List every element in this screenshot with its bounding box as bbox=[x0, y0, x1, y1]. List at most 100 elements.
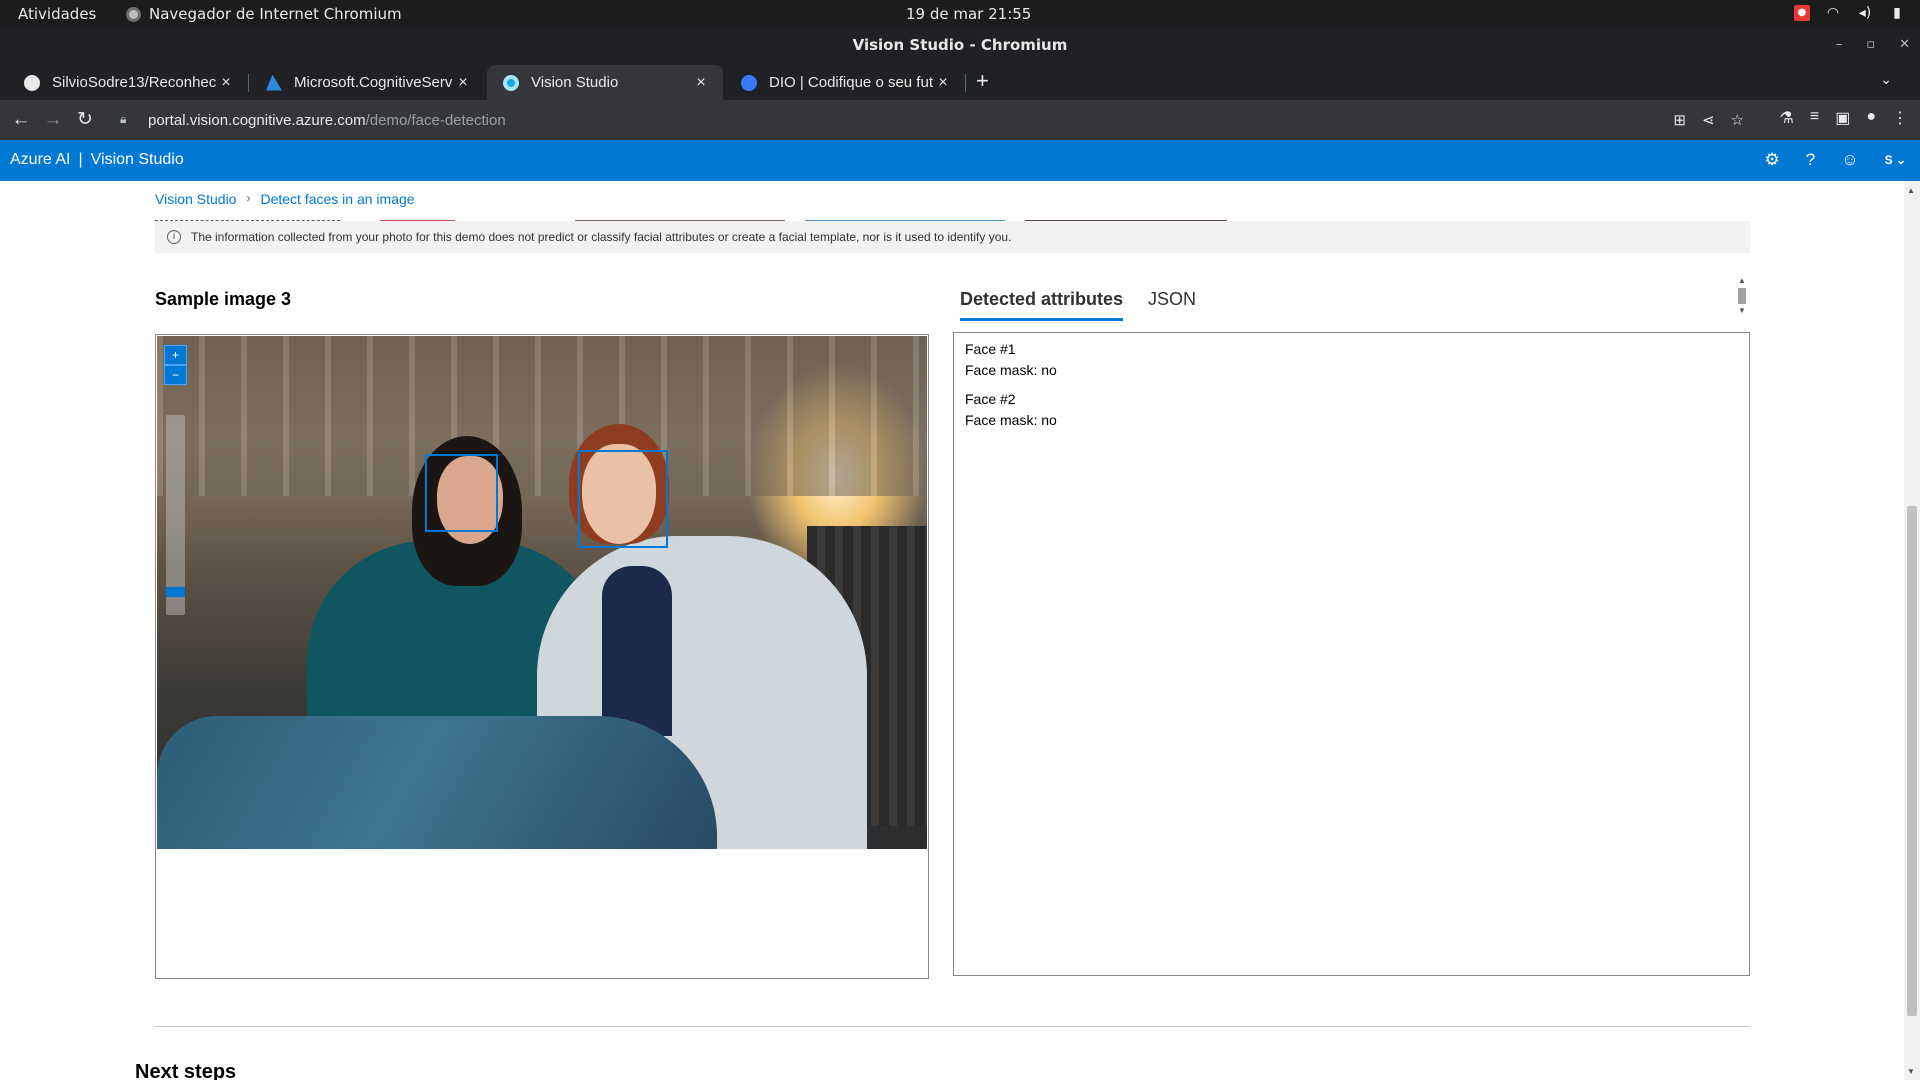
help-icon[interactable]: ? bbox=[1806, 150, 1815, 170]
face-bounding-box-2[interactable] bbox=[578, 450, 668, 548]
kebab-menu-icon[interactable]: ⋮ bbox=[1892, 108, 1908, 128]
settings-gear-icon[interactable]: ⚙ bbox=[1765, 150, 1780, 170]
app-menu-label: Navegador de Internet Chromium bbox=[149, 5, 402, 23]
brand-azure-ai: Azure AI bbox=[10, 151, 71, 168]
breadcrumb-current[interactable]: Detect faces in an image bbox=[260, 191, 414, 207]
tabs-scrollbar[interactable]: ▲ ▼ bbox=[1736, 277, 1748, 317]
info-icon: i bbox=[167, 230, 181, 244]
info-banner-text: The information collected from your phot… bbox=[191, 230, 1012, 244]
face-label: Face #2 bbox=[965, 391, 1016, 407]
face-entry: Face #2 Face mask: no bbox=[965, 389, 1738, 431]
close-tab-icon[interactable]: × bbox=[691, 74, 711, 92]
translate-icon[interactable]: ⊞ bbox=[1673, 111, 1686, 129]
labs-icon[interactable]: ⚗ bbox=[1780, 108, 1794, 128]
bookmark-star-icon[interactable]: ☆ bbox=[1731, 111, 1744, 129]
close-tab-icon[interactable]: × bbox=[453, 74, 473, 92]
face-bounding-box-1[interactable] bbox=[425, 454, 498, 532]
avatar-initial: S bbox=[1884, 153, 1893, 167]
maximize-icon[interactable]: ▫ bbox=[1866, 27, 1875, 63]
scroll-down-icon[interactable]: ▼ bbox=[1907, 1067, 1915, 1076]
forward-icon[interactable]: → bbox=[41, 108, 65, 132]
face-mask-value: Face mask: no bbox=[965, 412, 1057, 428]
tab-github[interactable]: SilvioSodre13/Reconheci × bbox=[8, 65, 249, 100]
reload-icon[interactable]: ↻ bbox=[73, 108, 97, 132]
azure-icon bbox=[266, 74, 282, 91]
tab-search-icon[interactable]: ⌄ bbox=[1880, 71, 1892, 88]
browser-toolbar: ← → ↻ 🔒︎ portal.vision.cognitive.azure.c… bbox=[0, 100, 1920, 140]
profile-icon[interactable]: ● bbox=[1866, 108, 1876, 128]
screen-recording-icon[interactable]: ● bbox=[1794, 5, 1810, 21]
window-title-bar: Vision Studio - Chromium – ▫ ✕ bbox=[0, 27, 1920, 63]
brand[interactable]: Azure AI | Vision Studio bbox=[10, 151, 184, 169]
tab-json[interactable]: JSON bbox=[1148, 289, 1196, 321]
chevron-down-icon: ⌄ bbox=[1895, 153, 1906, 167]
window-title: Vision Studio - Chromium bbox=[852, 36, 1068, 54]
result-tabs: Detected attributes JSON bbox=[960, 289, 1196, 321]
battery-icon[interactable]: ▮ bbox=[1888, 4, 1906, 22]
feedback-smiley-icon[interactable]: ☺ bbox=[1841, 150, 1858, 170]
header-actions: ⚙ ? ☺ S ⌄ bbox=[1765, 150, 1907, 170]
breadcrumb: Vision Studio › Detect faces in an image bbox=[155, 191, 415, 207]
volume-icon[interactable]: ◂) bbox=[1856, 4, 1874, 22]
reading-list-icon[interactable]: ≡ bbox=[1810, 108, 1819, 128]
wifi-icon[interactable]: ◠ bbox=[1824, 4, 1842, 22]
zoom-control: + − bbox=[164, 345, 187, 615]
close-tab-icon[interactable]: × bbox=[216, 74, 236, 92]
vision-studio-icon bbox=[503, 74, 519, 91]
chromium-icon bbox=[126, 6, 141, 22]
brand-separator: | bbox=[78, 151, 83, 168]
url-path: /demo/face-detection bbox=[365, 111, 506, 129]
page-scrollbar[interactable]: ▲ ▼ bbox=[1904, 181, 1920, 1080]
scroll-down-icon[interactable]: ▼ bbox=[1736, 307, 1748, 315]
scroll-up-icon[interactable]: ▲ bbox=[1907, 186, 1915, 195]
breadcrumb-vision-studio[interactable]: Vision Studio bbox=[155, 191, 236, 207]
new-tab-icon[interactable]: + bbox=[976, 70, 989, 92]
tab-azure-portal[interactable]: Microsoft.CognitiveServi × bbox=[250, 65, 485, 100]
zoom-out-button[interactable]: − bbox=[164, 365, 187, 385]
zoom-slider-thumb[interactable] bbox=[166, 587, 185, 597]
privacy-info-banner: i The information collected from your ph… bbox=[155, 221, 1750, 253]
face-label: Face #1 bbox=[965, 341, 1016, 357]
tab-strip: SilvioSodre13/Reconheci × Microsoft.Cogn… bbox=[0, 63, 1920, 100]
photo-cloth bbox=[157, 716, 717, 849]
back-icon[interactable]: ← bbox=[9, 108, 33, 132]
page-scrollbar-thumb[interactable] bbox=[1907, 506, 1917, 1016]
image-viewer[interactable]: + − bbox=[155, 334, 929, 979]
face-entry: Face #1 Face mask: no bbox=[965, 339, 1738, 381]
close-window-icon[interactable]: ✕ bbox=[1899, 27, 1910, 63]
zoom-slider[interactable] bbox=[166, 415, 185, 615]
tab-detected-attributes[interactable]: Detected attributes bbox=[960, 289, 1124, 321]
close-tab-icon[interactable]: × bbox=[933, 74, 953, 92]
system-tray[interactable]: ● ◠ ◂) ▮ bbox=[1794, 4, 1906, 22]
account-avatar[interactable]: S ⌄ bbox=[1885, 153, 1906, 167]
tab-separator bbox=[965, 74, 966, 92]
github-icon bbox=[24, 74, 40, 91]
tabs-scrollbar-thumb[interactable] bbox=[1738, 288, 1746, 304]
share-icon[interactable]: ⋖ bbox=[1702, 111, 1715, 129]
tab-title: SilvioSodre13/Reconheci bbox=[52, 74, 216, 91]
sample-image-title: Sample image 3 bbox=[155, 289, 292, 309]
face-mask-value: Face mask: no bbox=[965, 362, 1057, 378]
zoom-in-button[interactable]: + bbox=[164, 345, 187, 365]
clock[interactable]: 19 de mar 21:55 bbox=[906, 5, 1031, 23]
tab-title: Vision Studio bbox=[531, 74, 619, 91]
activities-button[interactable]: Atividades bbox=[18, 5, 96, 23]
scroll-up-icon[interactable]: ▲ bbox=[1736, 277, 1748, 285]
address-bar[interactable]: 🔒︎ portal.vision.cognitive.azure.com/dem… bbox=[104, 103, 1744, 137]
system-top-bar: Atividades Navegador de Internet Chromiu… bbox=[0, 0, 1920, 27]
address-url[interactable]: portal.vision.cognitive.azure.com/demo/f… bbox=[148, 112, 506, 129]
window-controls: – ▫ ✕ bbox=[1836, 27, 1910, 63]
detected-attributes-panel: Face #1 Face mask: no Face #2 Face mask:… bbox=[953, 332, 1750, 976]
app-menu[interactable]: Navegador de Internet Chromium bbox=[126, 5, 402, 23]
side-panel-icon[interactable]: ▣ bbox=[1835, 108, 1850, 128]
brand-product: Vision Studio bbox=[90, 151, 184, 168]
lock-icon[interactable]: 🔒︎ bbox=[120, 112, 136, 128]
tab-title: DIO | Codifique o seu fut bbox=[769, 74, 933, 91]
tab-vision-studio[interactable]: Vision Studio × bbox=[487, 65, 723, 100]
tab-dio[interactable]: DIO | Codifique o seu fut × bbox=[725, 65, 966, 100]
sample-photo: + − bbox=[157, 336, 927, 849]
azure-header: Azure AI | Vision Studio ⚙ ? ☺ S ⌄ bbox=[0, 140, 1920, 181]
toolbar-right: ⚗ ≡ ▣ ● ⋮ bbox=[1780, 108, 1908, 128]
minimize-icon[interactable]: – bbox=[1836, 27, 1843, 63]
photo-ceiling bbox=[157, 336, 927, 496]
